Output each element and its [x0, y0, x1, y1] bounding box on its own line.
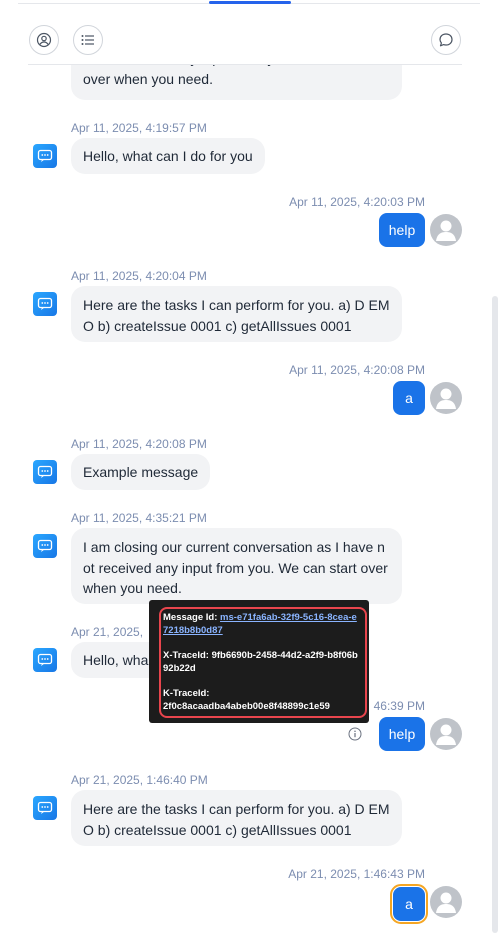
user-message-text: help [388, 222, 416, 238]
user-message-text: a [405, 390, 413, 406]
scrollbar[interactable] [492, 296, 498, 933]
k-trace-value: 2f0c8acaadba4abeb00e8f48899c1e59 [163, 701, 330, 712]
bot-message-text: Here are the tasks I can perform for you… [83, 801, 390, 838]
user-avatar-icon [430, 214, 462, 246]
chat-bubble-icon [439, 33, 453, 47]
message-timestamp: Apr 21, 2025, 1:46:43 PM [288, 867, 425, 881]
chat-history[interactable]: e not received any input from you. We ca… [0, 0, 498, 933]
user-avatar-icon [430, 718, 462, 750]
x-trace-label: X-TraceId: [163, 650, 209, 661]
user-message-text: help [388, 726, 416, 742]
user-avatar-icon [430, 886, 462, 918]
bot-avatar-icon [33, 144, 57, 168]
bot-message-text: Example message [83, 463, 199, 480]
k-trace-row: K-TraceId: 2f0c8acaadba4abeb00e8f48899c1… [163, 687, 359, 713]
k-trace-label: K-TraceId: [163, 688, 210, 699]
user-message: help [379, 717, 425, 751]
message-timestamp: Apr 11, 2025, 4:20:04 PM [71, 269, 207, 283]
message-timestamp: Apr 11, 2025, 4:19:57 PM [71, 121, 207, 135]
message-timestamp: Apr 11, 2025, 4:35:21 PM [71, 511, 207, 525]
bot-avatar-icon [33, 796, 57, 820]
message-id-row: Message Id: ms-e71fa6ab-32f9-5c16-8cea-e… [163, 611, 359, 637]
x-trace-row: X-TraceId: 9fb6690b-2458-44d2-a2f9-b8f06… [163, 649, 359, 675]
user-message[interactable]: a [390, 884, 428, 924]
bot-message: Here are the tasks I can perform for you… [71, 790, 402, 846]
message-info-tooltip: Message Id: ms-e71fa6ab-32f9-5c16-8cea-e… [149, 600, 369, 723]
bot-avatar-icon [33, 534, 57, 558]
user-message-text: a [405, 896, 413, 912]
bot-avatar-icon [33, 648, 57, 672]
user-message: a [393, 381, 425, 415]
message-timestamp: Apr 11, 2025, 4:20:08 PM [289, 363, 425, 377]
user-avatar-icon [430, 382, 462, 414]
bot-message: Here are the tasks I can perform for you… [71, 286, 402, 342]
bot-message-text: Hello, what can I do for you [83, 147, 253, 164]
user-message: help [379, 213, 425, 247]
bot-avatar-icon [33, 292, 57, 316]
list-button[interactable] [73, 25, 103, 55]
bot-message: I am closing our current conversation as… [71, 528, 402, 604]
message-timestamp: Apr 11, 2025, 4:20:08 PM [71, 437, 207, 451]
chat-toolbar [28, 22, 462, 65]
message-id-label: Message Id: [163, 612, 218, 623]
bot-message-text: Hello, wha [83, 651, 149, 668]
tooltip-content: Message Id: ms-e71fa6ab-32f9-5c16-8cea-e… [163, 611, 359, 725]
profile-button[interactable] [29, 25, 59, 55]
bot-message: Hello, what can I do for you [71, 138, 265, 174]
message-timestamp: Apr 11, 2025, 4:20:03 PM [289, 195, 425, 209]
chat-button[interactable] [431, 25, 461, 55]
bot-message-text: Here are the tasks I can perform for you… [83, 297, 390, 334]
bot-avatar-icon [33, 460, 57, 484]
info-icon[interactable] [348, 727, 362, 741]
bot-message: Example message [71, 454, 211, 490]
message-timestamp: 46:39 PM [373, 699, 425, 713]
message-timestamp: Apr 21, 2025, 1:46:40 PM [71, 773, 208, 787]
message-timestamp: Apr 21, 2025, [71, 625, 144, 639]
user-circle-icon [36, 32, 52, 48]
bot-message-text: I am closing our current conversation as… [83, 539, 388, 596]
list-icon [81, 35, 94, 45]
